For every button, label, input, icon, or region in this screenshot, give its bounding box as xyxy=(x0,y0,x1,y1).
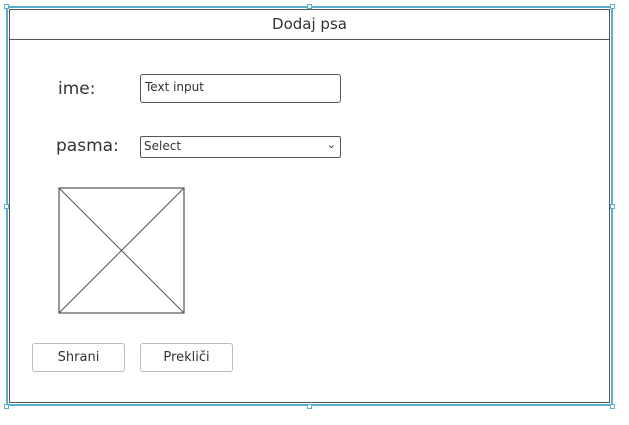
resize-handle-top-left[interactable] xyxy=(4,4,9,9)
resize-handle-bottom-left[interactable] xyxy=(4,404,9,409)
resize-handle-top-center[interactable] xyxy=(307,4,312,9)
save-button[interactable]: Shrani xyxy=(32,343,125,372)
resize-handle-bottom-center[interactable] xyxy=(307,404,312,409)
breed-label: pasma: xyxy=(56,136,119,156)
chevron-down-icon: ⌄ xyxy=(326,138,336,151)
resize-handle-bottom-right[interactable] xyxy=(610,404,615,409)
dialog-title-bar: Dodaj psa xyxy=(10,10,609,40)
dialog-title: Dodaj psa xyxy=(272,15,347,33)
breed-select[interactable]: Select ⌄ xyxy=(140,136,341,158)
breed-select-value: Select xyxy=(144,139,182,153)
name-input[interactable]: Text input xyxy=(140,74,341,103)
resize-handle-top-right[interactable] xyxy=(610,4,615,9)
resize-handle-middle-right[interactable] xyxy=(610,204,615,209)
cancel-button[interactable]: Prekliči xyxy=(140,343,233,372)
name-label: ime: xyxy=(58,79,96,99)
image-placeholder-icon xyxy=(58,187,185,314)
resize-handle-middle-left[interactable] xyxy=(4,204,9,209)
